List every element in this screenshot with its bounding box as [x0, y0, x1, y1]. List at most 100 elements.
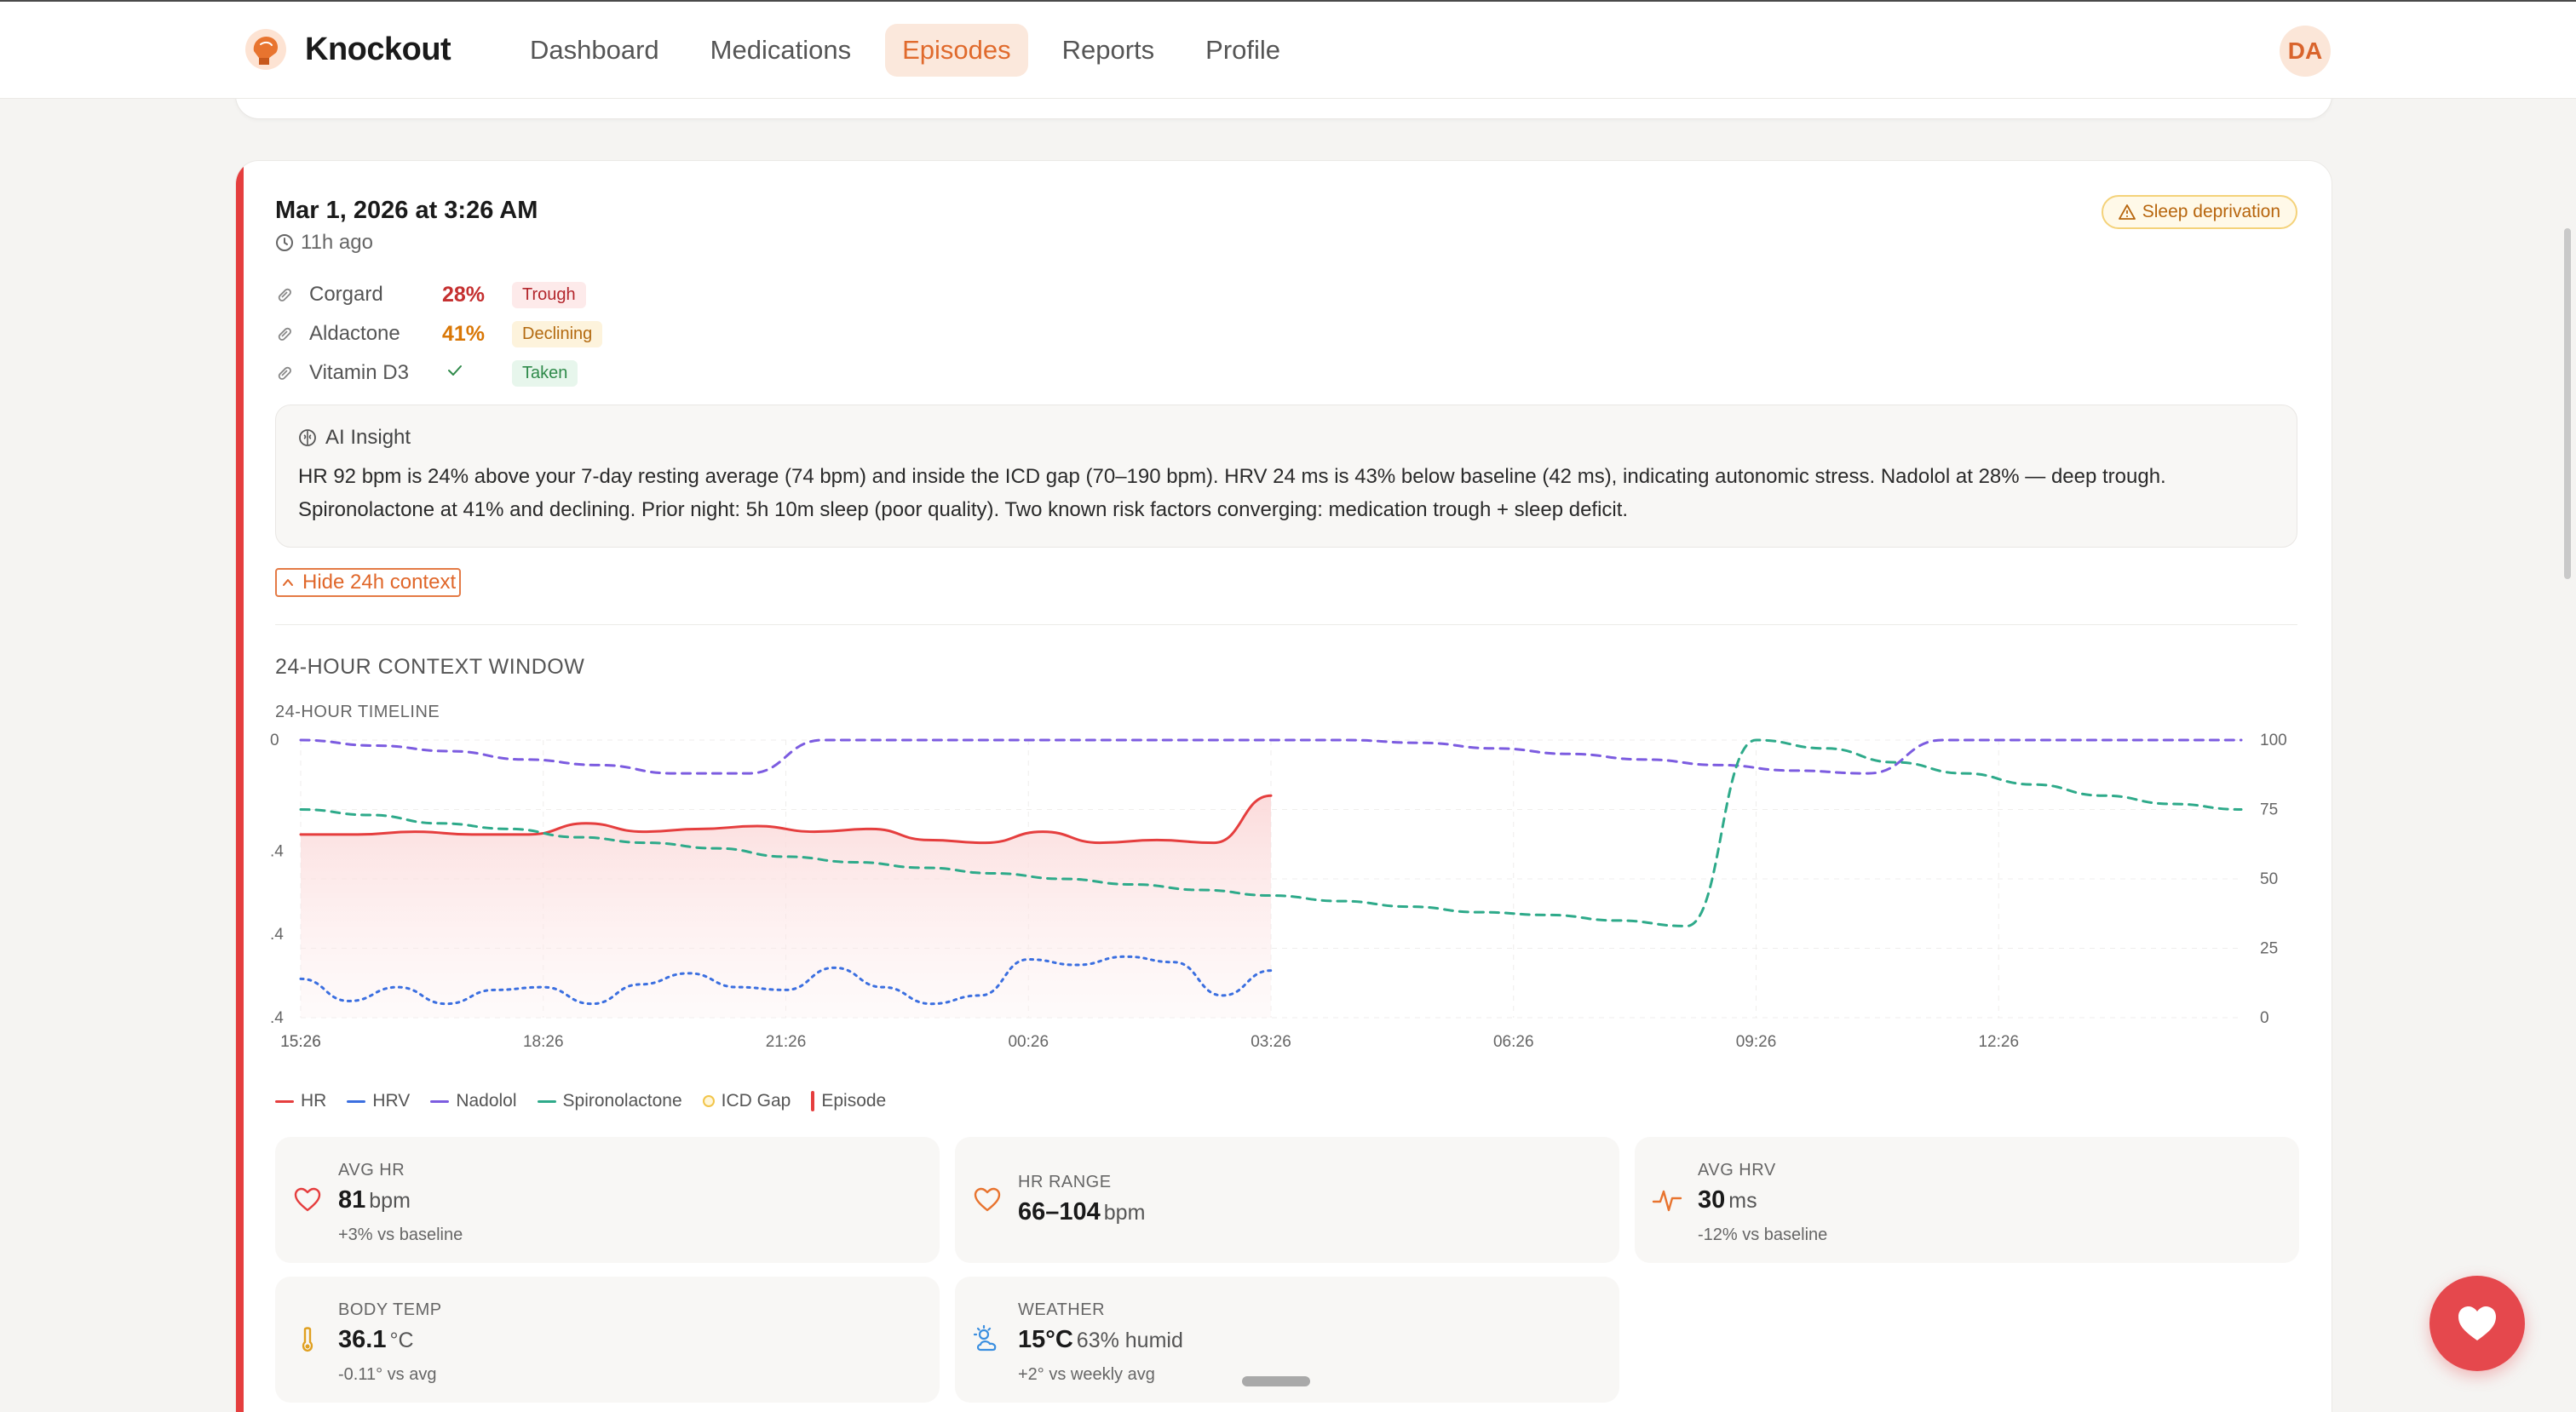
stat-value: 36.1 °C	[338, 1326, 414, 1354]
legend-swatch	[702, 1095, 715, 1107]
app-name: Knockout	[305, 31, 451, 67]
stat-comparison: -0.11° vs avg	[338, 1365, 437, 1384]
pill-icon	[278, 288, 291, 301]
legend-item-icd-gap[interactable]: ICD Gap	[702, 1091, 791, 1111]
stat-comparison: -12% vs baseline	[1698, 1225, 1828, 1244]
medication-name: Corgard	[309, 283, 383, 306]
right-tick-label: 0	[2260, 1009, 2269, 1027]
nav-dashboard[interactable]: Dashboard	[513, 24, 676, 77]
pill-icon	[278, 327, 291, 341]
stat-avg-hrv: AVG HRV 30 ms -12% vs baseline	[1635, 1137, 2299, 1263]
stat-number: 30	[1698, 1186, 1726, 1214]
medication-name-cell: Vitamin D3	[275, 361, 442, 385]
legend-label: Nadolol	[456, 1091, 517, 1111]
stat-value: 81 bpm	[338, 1186, 411, 1214]
warning-icon	[2118, 204, 2136, 220]
trigger-badge: Sleep deprivation	[2101, 195, 2297, 229]
medication-list: Corgard 28% Trough Aldactone 41% Declini…	[275, 275, 603, 393]
stat-number: 36.1	[338, 1326, 387, 1353]
right-tick-label: 25	[2260, 940, 2278, 958]
weather-icon	[973, 1324, 997, 1352]
ai-insight-title: AI Insight	[325, 426, 411, 449]
x-tick-label: 06:26	[1493, 1033, 1534, 1051]
thermometer-icon	[302, 1327, 313, 1352]
stat-label: WEATHER	[1018, 1300, 1106, 1319]
nav-reports[interactable]: Reports	[1045, 24, 1172, 77]
stat-unit: bpm	[1103, 1201, 1146, 1225]
ai-insight-text: HR 92 bpm is 24% above your 7-day restin…	[298, 465, 2166, 521]
time-ago-text: 11h ago	[301, 231, 373, 254]
stat-comparison: +3% vs baseline	[338, 1225, 463, 1244]
trigger-badge-label: Sleep deprivation	[2142, 202, 2280, 221]
stat-label: BODY TEMP	[338, 1300, 442, 1319]
legend-label: ICD Gap	[721, 1091, 791, 1111]
stat-unit: bpm	[369, 1189, 411, 1213]
episode-severity-accent	[236, 161, 244, 1412]
medication-name-cell: Aldactone	[275, 322, 442, 346]
clock-icon	[276, 234, 293, 251]
heart-icon	[2458, 1306, 2496, 1340]
stat-number: 15°C	[1018, 1326, 1073, 1353]
medication-name: Vitamin D3	[309, 361, 409, 384]
episode-datetime: Mar 1, 2026 at 3:26 AM	[275, 197, 538, 224]
left-tick-label: 0	[270, 732, 279, 749]
stat-avg-hr: AVG HR 81 bpm +3% vs baseline	[275, 1137, 940, 1263]
heart-icon	[974, 1187, 1001, 1212]
stat-unit: °C	[389, 1329, 414, 1352]
legend-item-episode[interactable]: Episode	[811, 1091, 886, 1111]
stat-label: AVG HRV	[1698, 1161, 1776, 1180]
stat-label: HR RANGE	[1018, 1173, 1112, 1191]
medication-status-badge: Taken	[512, 359, 578, 387]
left-tick-label: .4	[270, 842, 284, 860]
legend-item-hrv[interactable]: HRV	[347, 1091, 410, 1111]
stat-number: 66–104	[1018, 1198, 1101, 1225]
legend-swatch	[537, 1099, 556, 1103]
legend-item-spironolactone[interactable]: Spironolactone	[537, 1091, 682, 1111]
legend-item-nadolol[interactable]: Nadolol	[430, 1091, 517, 1111]
medication-row: Corgard 28% Trough	[275, 275, 602, 314]
brain-icon	[299, 429, 316, 446]
log-episode-fab[interactable]	[2429, 1276, 2525, 1371]
section-divider	[275, 624, 2297, 625]
medication-status-badge: Declining	[512, 320, 603, 347]
episode-time-ago: 11h ago	[275, 231, 373, 255]
stat-number: 81	[338, 1186, 366, 1214]
top-navigation-bar: Knockout Dashboard Medications Episodes …	[0, 0, 2576, 99]
user-avatar[interactable]: DA	[2280, 26, 2331, 77]
ai-insight-panel: AI Insight HR 92 bpm is 24% above your 7…	[275, 405, 2297, 548]
drag-handle[interactable]	[1242, 1376, 1310, 1386]
nav-profile[interactable]: Profile	[1188, 24, 1297, 77]
brand[interactable]: Knockout	[244, 27, 451, 72]
stat-unit: 63% humid	[1076, 1329, 1183, 1352]
medication-row: Aldactone 41% Declining	[275, 314, 603, 353]
page-scrollbar[interactable]	[2564, 228, 2571, 579]
hide-context-button[interactable]: Hide 24h context	[275, 568, 462, 597]
stat-comparison: +2° vs weekly avg	[1018, 1365, 1155, 1384]
timeline-chart: 15:26 18:26 21:26 00:26 03:26 06:26 09:26 12:26…	[270, 732, 2287, 1051]
x-tick-label: 09:26	[1736, 1033, 1777, 1051]
right-tick-label: 75	[2260, 801, 2278, 819]
episode-card: Mar 1, 2026 at 3:26 AM 11h ago Sleep dep…	[235, 160, 2332, 1412]
stat-hr-range: HR RANGE 66–104 bpm	[955, 1137, 1619, 1263]
chart-legend: HR HRV Nadolol Spironolactone ICD Gap Ep…	[275, 1091, 886, 1111]
medication-level: 41%	[442, 321, 486, 346]
x-tick-label: 18:26	[523, 1033, 564, 1051]
medication-name-cell: Corgard	[275, 283, 442, 307]
chevron-up-icon	[283, 579, 293, 586]
stat-value: 30 ms	[1698, 1186, 1757, 1214]
medication-status-badge: Trough	[512, 281, 586, 308]
boxing-glove-logo-icon	[245, 29, 286, 70]
context-window-title: 24-HOUR CONTEXT WINDOW	[275, 655, 585, 679]
stat-body-temp: BODY TEMP 36.1 °C -0.11° vs avg	[275, 1277, 940, 1403]
nav-episodes[interactable]: Episodes	[885, 24, 1028, 77]
timeline-title: 24-HOUR TIMELINE	[275, 703, 440, 721]
stat-unit: ms	[1728, 1189, 1757, 1213]
left-tick-label: .4	[270, 1009, 284, 1027]
legend-label: HRV	[372, 1091, 411, 1111]
stat-value: 66–104 bpm	[1018, 1198, 1145, 1226]
medication-row: Vitamin D3 Taken	[275, 353, 602, 393]
legend-item-hr[interactable]: HR	[275, 1091, 326, 1111]
x-tick-label: 15:26	[280, 1033, 321, 1051]
hide-context-label: Hide 24h context	[302, 571, 457, 594]
nav-medications[interactable]: Medications	[693, 24, 868, 77]
